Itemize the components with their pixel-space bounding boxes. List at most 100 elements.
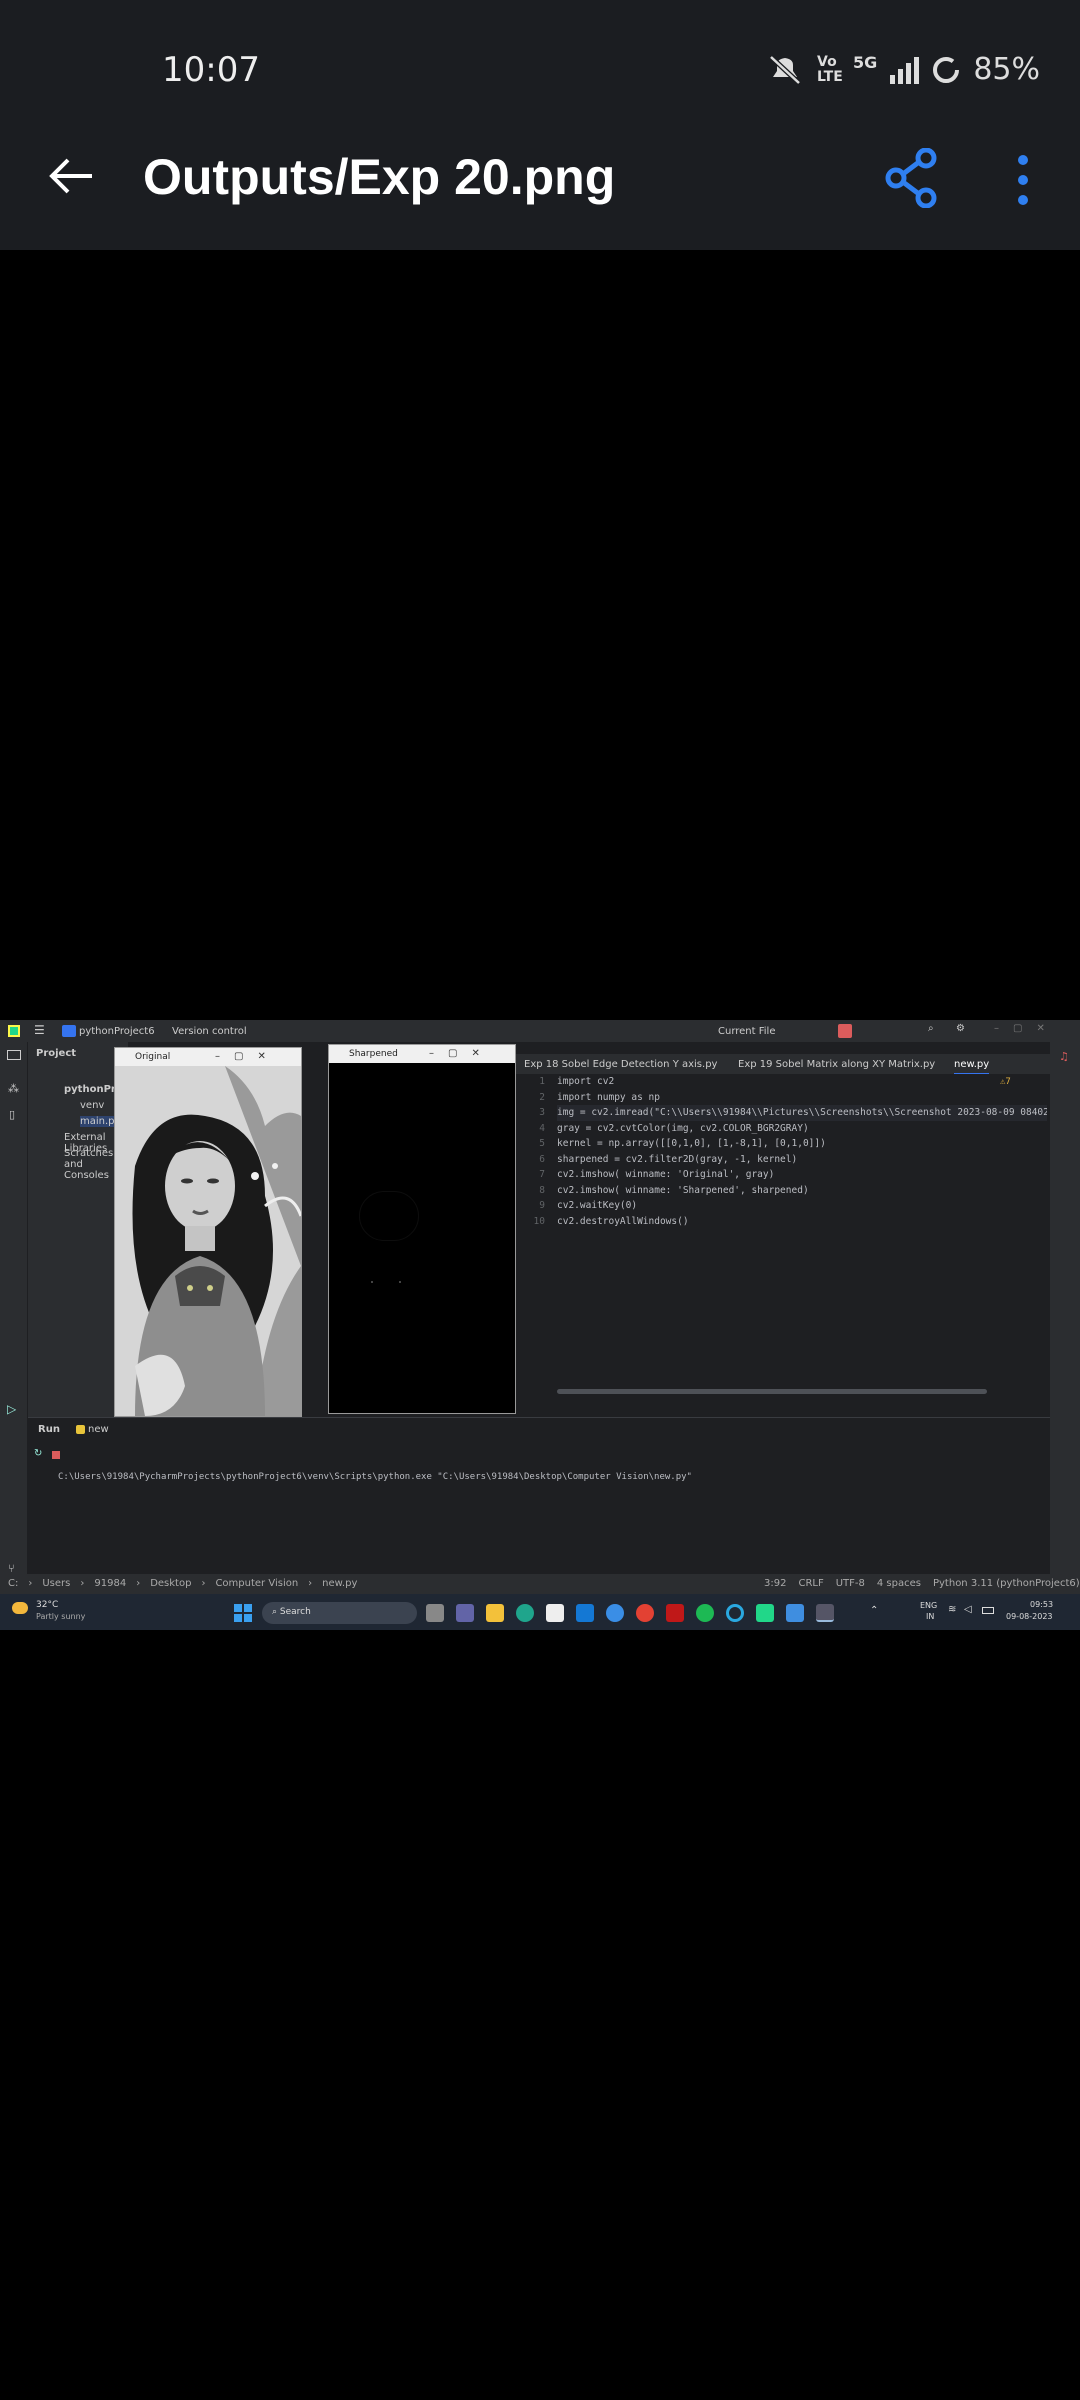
window-title-text: Original — [135, 1052, 171, 1062]
volume-icon[interactable]: ◁ — [964, 1604, 972, 1615]
stop-icon[interactable] — [838, 1024, 852, 1038]
more-vert-icon[interactable] — [1008, 150, 1038, 210]
paint-icon[interactable] — [786, 1604, 804, 1622]
status-right: 3:92 CRLF UTF-8 4 spaces Python 3.11 (py… — [764, 1578, 1080, 1589]
battery-ring-icon — [933, 56, 960, 83]
run-panel: Run new ↻ C:\Users\91984\PycharmProjects… — [28, 1417, 1050, 1594]
arrow-left-icon[interactable] — [46, 150, 98, 202]
code-line[interactable]: import numpy as np — [557, 1090, 1047, 1106]
search-box[interactable]: ⌕ Search — [262, 1602, 417, 1624]
encoding[interactable]: UTF-8 — [836, 1578, 865, 1589]
code-line[interactable]: gray = cv2.cvtColor(img, cv2.COLOR_BGR2G… — [557, 1121, 1047, 1137]
crumb[interactable]: new.py — [322, 1578, 357, 1589]
clock-time[interactable]: 09:53 — [1030, 1600, 1053, 1609]
settings-icon[interactable]: ⚙ — [956, 1023, 965, 1034]
breadcrumb: C: › Users › 91984 › Desktop › Computer Visi… — [8, 1578, 358, 1589]
file-explorer-icon[interactable] — [486, 1604, 504, 1622]
indent[interactable]: 4 spaces — [877, 1578, 921, 1589]
code-editor[interactable]: ⚠7 1 2 3 4 5 6 7 8 9 10 import cv2 import numpy as… — [510, 1074, 1050, 1417]
weather-icon — [12, 1602, 28, 1614]
crumb[interactable]: C: — [8, 1578, 18, 1589]
tab-exp18[interactable]: Exp 18 Sobel Edge Detection Y axis.py — [524, 1059, 717, 1070]
interpreter[interactable]: Python 3.11 (pythonProject6) — [933, 1578, 1080, 1589]
code-line[interactable]: img = cv2.imread("C:\\Users\\91984\\Pict… — [557, 1105, 1047, 1121]
photos-icon[interactable] — [606, 1604, 624, 1622]
share-icon[interactable] — [884, 148, 940, 208]
project-panel: Project pythonProject6 venv main.py Exte… — [28, 1042, 151, 1417]
edge-icon[interactable] — [516, 1604, 534, 1622]
crumb[interactable]: Users — [42, 1578, 70, 1589]
status-time: 10:07 — [162, 50, 260, 90]
menu-icon[interactable]: ☰ — [34, 1023, 45, 1037]
sharpened-image-window[interactable]: Sharpened –▢✕ — [328, 1044, 516, 1414]
bookmark-icon[interactable]: ▯ — [9, 1108, 15, 1121]
language-line1[interactable]: ENG — [920, 1601, 937, 1610]
mail-icon[interactable] — [576, 1604, 594, 1622]
code-line[interactable]: cv2.imshow( winname: 'Sharpened', sharpe… — [557, 1183, 1047, 1199]
store-icon[interactable] — [546, 1604, 564, 1622]
crumb[interactable]: 91984 — [94, 1578, 126, 1589]
notifications-icon[interactable]: ♫ — [1059, 1050, 1069, 1063]
clock-date[interactable]: 09-08-2023 — [1006, 1612, 1053, 1621]
signal-icon — [890, 56, 920, 84]
status-icons: Vo LTE 5G 85% — [765, 52, 1040, 87]
tree-item-venv[interactable]: venv — [80, 1100, 104, 1111]
grayscale-illustration — [115, 1066, 301, 1416]
project-label[interactable]: Project — [36, 1048, 76, 1059]
chrome-icon[interactable] — [636, 1604, 654, 1622]
wifi-icon[interactable]: ≋ — [948, 1604, 956, 1615]
line-gutter: 1 2 3 4 5 6 7 8 9 10 — [510, 1074, 555, 1417]
weather-temp[interactable]: 32°C — [36, 1600, 58, 1610]
horizontal-scrollbar[interactable] — [557, 1389, 987, 1394]
network-indicator: 5G — [853, 53, 878, 72]
line-separator[interactable]: CRLF — [798, 1578, 823, 1589]
rerun-icon[interactable]: ↻ — [34, 1448, 42, 1459]
app-logo-icon — [8, 1025, 20, 1037]
task-view-icon[interactable] — [426, 1604, 444, 1622]
run-config[interactable]: Current File — [718, 1026, 775, 1037]
code-lines[interactable]: import cv2 import numpy as np img = cv2.im… — [557, 1074, 1047, 1229]
code-line[interactable]: cv2.waitKey(0) — [557, 1198, 1047, 1214]
pycharm-taskbar-icon[interactable] — [756, 1604, 774, 1622]
spotify-icon[interactable] — [696, 1604, 714, 1622]
tab-exp19[interactable]: Exp 19 Sobel Matrix along XY Matrix.py — [738, 1059, 935, 1070]
battery-icon[interactable] — [982, 1607, 994, 1614]
windows-start-icon[interactable] — [234, 1604, 252, 1622]
weather-desc[interactable]: Partly sunny — [36, 1612, 85, 1621]
search-icon[interactable]: ⌕ — [928, 1023, 934, 1034]
tab-new[interactable]: new.py — [954, 1059, 990, 1075]
volte-indicator: Vo LTE — [817, 53, 843, 85]
run-output: C:\Users\91984\PycharmProjects\pythonPro… — [58, 1472, 692, 1482]
structure-icon[interactable]: ⁂ — [8, 1082, 19, 1095]
language-line2[interactable]: IN — [926, 1612, 934, 1621]
run-icon[interactable]: ▷ — [7, 1402, 16, 1416]
window-controls[interactable]: –▢✕ — [215, 1051, 280, 1062]
code-line[interactable]: import cv2 — [557, 1074, 1047, 1090]
original-image-window[interactable]: Original –▢✕ — [114, 1047, 302, 1417]
cortana-icon[interactable] — [726, 1604, 744, 1622]
ide-toolbar: ☰ pythonProject6 Version control Current… — [0, 1020, 1080, 1042]
window-controls[interactable]: –▢✕ — [994, 1023, 1059, 1034]
code-line[interactable]: cv2.destroyAllWindows() — [557, 1214, 1047, 1230]
caret-position[interactable]: 3:92 — [764, 1578, 786, 1589]
run-label[interactable]: Run — [38, 1424, 60, 1435]
stop-run-icon[interactable] — [52, 1451, 60, 1459]
python-window-icon[interactable] — [816, 1604, 834, 1622]
ide-status-bar: C: › Users › 91984 › Desktop › Computer Visi… — [0, 1574, 1080, 1594]
teams-icon[interactable] — [456, 1604, 474, 1622]
run-tab[interactable]: new — [88, 1424, 109, 1435]
windows-taskbar: 32°C Partly sunny ⌕ Search ⌃ ≋ ◁ ENG IN … — [0, 1594, 1080, 1630]
search-icon: ⌕ — [272, 1607, 280, 1617]
ide-left-toolbar: ⁂ ▯ ▷ ⑂ — [0, 1042, 28, 1594]
window-controls[interactable]: –▢✕ — [429, 1048, 494, 1059]
version-control[interactable]: Version control — [172, 1026, 247, 1037]
crumb[interactable]: Desktop — [150, 1578, 191, 1589]
code-line[interactable]: cv2.imshow( winname: 'Original', gray) — [557, 1167, 1047, 1183]
code-line[interactable]: sharpened = cv2.filter2D(gray, -1, kerne… — [557, 1152, 1047, 1168]
project-selector[interactable]: pythonProject6 — [79, 1026, 155, 1037]
crumb[interactable]: Computer Vision — [215, 1578, 298, 1589]
mcafee-icon[interactable] — [666, 1604, 684, 1622]
code-line[interactable]: kernel = np.array([[0,1,0], [1,-8,1], [0… — [557, 1136, 1047, 1152]
tray-chevron-icon[interactable]: ⌃ — [870, 1605, 878, 1616]
folder-icon[interactable] — [7, 1050, 21, 1060]
